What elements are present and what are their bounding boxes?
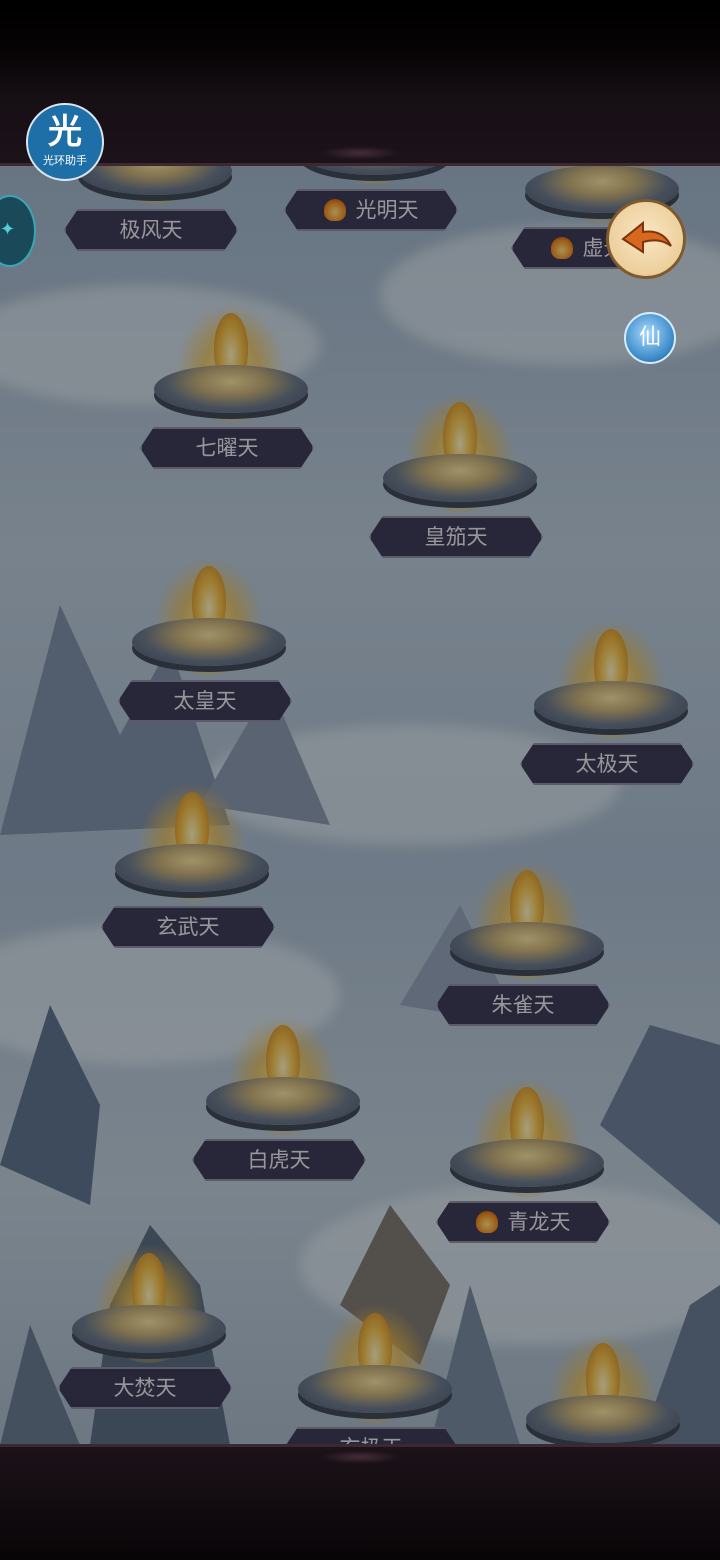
node-name: 七曜天 [195, 436, 259, 460]
node-name: 白虎天 [247, 1148, 311, 1172]
node-label[interactable]: 白虎天 [192, 1139, 366, 1181]
node-name: 光明天 [355, 198, 419, 222]
heaven-node[interactable]: 朱雀天 [436, 860, 612, 1030]
heaven-node[interactable]: 太极天 [520, 619, 696, 789]
frame-divider [0, 163, 720, 166]
node-pedestal [450, 1139, 604, 1187]
node-label[interactable]: 皇笳天 [369, 516, 543, 558]
frame-divider [0, 1444, 720, 1447]
heaven-node[interactable]: 皇笳天 [369, 392, 545, 562]
node-name: 朱雀天 [491, 993, 555, 1017]
heaven-node[interactable]: 太皇天 [118, 556, 294, 726]
halo-assistant-icon: 光 [48, 112, 82, 152]
node-pedestal [383, 454, 537, 502]
node-label[interactable]: 玄武天 [101, 906, 275, 948]
immortal-label: 仙 [638, 325, 661, 350]
node-label[interactable]: 太极天 [520, 743, 694, 785]
heaven-node[interactable]: 七曜天 [140, 303, 316, 473]
node-name: 极风天 [119, 218, 183, 242]
node-pedestal [534, 681, 688, 729]
heaven-node[interactable]: 白虎天 [192, 1015, 368, 1185]
immortal-button[interactable]: 仙 [624, 312, 676, 364]
heaven-node[interactable]: 玄极天 [284, 1303, 460, 1445]
heaven-node[interactable]: 大焚天 [58, 1243, 234, 1413]
heaven-node[interactable]: 青龙天 [436, 1077, 612, 1247]
node-pedestal [72, 1305, 226, 1353]
node-label[interactable]: 光明天 [284, 189, 458, 231]
heaven-node[interactable] [518, 1333, 688, 1445]
node-name: 太皇天 [173, 689, 237, 713]
node-name: 皇笳天 [424, 525, 488, 549]
node-pedestal [154, 365, 308, 413]
heaven-map[interactable]: 极风天 光明天 虚无天 七曜天 皇笳天 太皇天 太极天 [0, 165, 720, 1445]
node-name: 太极天 [575, 752, 639, 776]
node-label[interactable]: 七曜天 [140, 427, 314, 469]
frame-ornament [320, 1450, 400, 1464]
heaven-node[interactable]: 玄武天 [101, 782, 277, 952]
back-arrow-icon [621, 220, 672, 254]
node-pedestal [298, 1365, 452, 1413]
node-pedestal [115, 844, 269, 892]
back-button[interactable] [606, 199, 686, 279]
halo-assistant-label: 光环助手 [43, 154, 87, 167]
node-pedestal [526, 1395, 680, 1443]
node-name: 玄武天 [156, 915, 220, 939]
node-pedestal [450, 922, 604, 970]
fire-badge-icon [550, 237, 573, 259]
node-pedestal [78, 165, 232, 195]
node-name: 大焚天 [113, 1376, 177, 1400]
fire-badge-icon [475, 1211, 498, 1233]
node-label[interactable]: 朱雀天 [436, 984, 610, 1026]
fire-badge-icon [323, 199, 346, 221]
node-label[interactable]: 玄极天 [284, 1427, 458, 1445]
node-pedestal [298, 165, 452, 175]
node-label[interactable]: 极风天 [64, 209, 238, 251]
node-pedestal [206, 1077, 360, 1125]
node-label[interactable]: 太皇天 [118, 680, 292, 722]
node-name: 青龙天 [507, 1210, 571, 1234]
node-label[interactable]: 大焚天 [58, 1367, 232, 1409]
node-pedestal [132, 618, 286, 666]
node-label[interactable]: 青龙天 [436, 1201, 610, 1243]
top-frame [0, 0, 720, 165]
halo-assistant-button[interactable]: 光 光环助手 [26, 103, 104, 181]
heaven-node[interactable]: 光明天 [284, 165, 460, 235]
heaven-node[interactable]: 极风天 [64, 165, 240, 255]
frame-ornament [320, 146, 400, 160]
